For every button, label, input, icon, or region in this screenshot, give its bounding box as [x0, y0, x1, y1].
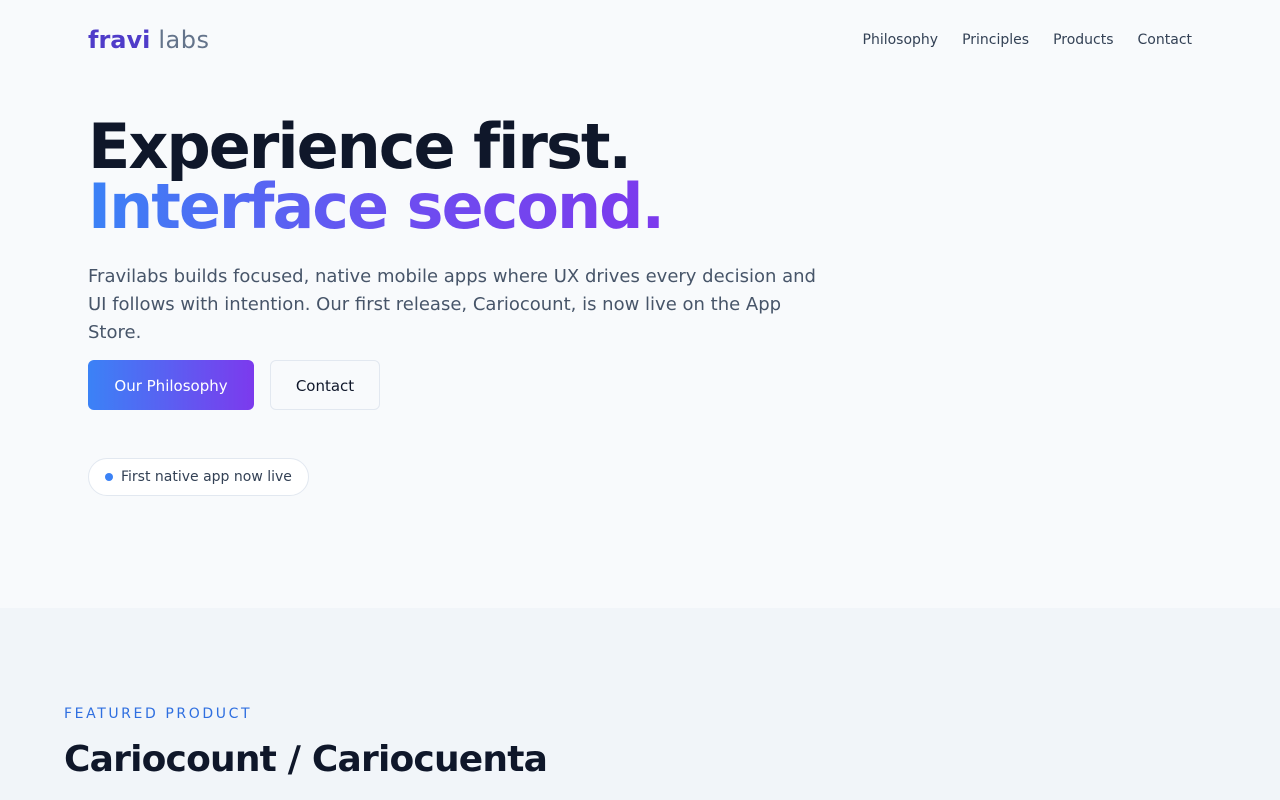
status-badge: First native app now live	[88, 458, 309, 496]
brand-name-secondary: labs	[158, 26, 210, 54]
featured-product-title: Cariocount / Cariocuenta	[64, 739, 548, 780]
hero-title-line2: Interface second.	[88, 170, 665, 243]
nav-link-contact[interactable]: Contact	[1138, 30, 1192, 50]
brand-logo[interactable]: fravi labs	[88, 25, 209, 55]
featured-eyebrow: FEATURED PRODUCT	[64, 706, 253, 722]
nav-link-principles[interactable]: Principles	[962, 30, 1029, 50]
hero-title: Experience first. Interface second.	[88, 110, 665, 243]
nav-link-products[interactable]: Products	[1053, 30, 1113, 50]
brand-name-primary: fravi	[88, 26, 151, 54]
contact-button[interactable]: Contact	[270, 360, 380, 410]
site-header: fravi labs Philosophy Principles Products…	[0, 0, 1280, 80]
nav-link-philosophy[interactable]: Philosophy	[863, 30, 939, 50]
status-dot-icon	[105, 473, 113, 481]
hero-title-line1: Experience first.	[88, 110, 632, 183]
featured-product-section: FEATURED PRODUCT Cariocount / Cariocuent…	[0, 608, 1280, 800]
status-badge-text: First native app now live	[121, 469, 292, 485]
our-philosophy-button[interactable]: Our Philosophy	[88, 360, 254, 410]
hero-description: Fravilabs builds focused, native mobile …	[88, 266, 816, 343]
hero-section: Experience first. Interface second. Frav…	[0, 80, 1280, 608]
main-nav: Philosophy Principles Products Contact	[863, 30, 1193, 50]
